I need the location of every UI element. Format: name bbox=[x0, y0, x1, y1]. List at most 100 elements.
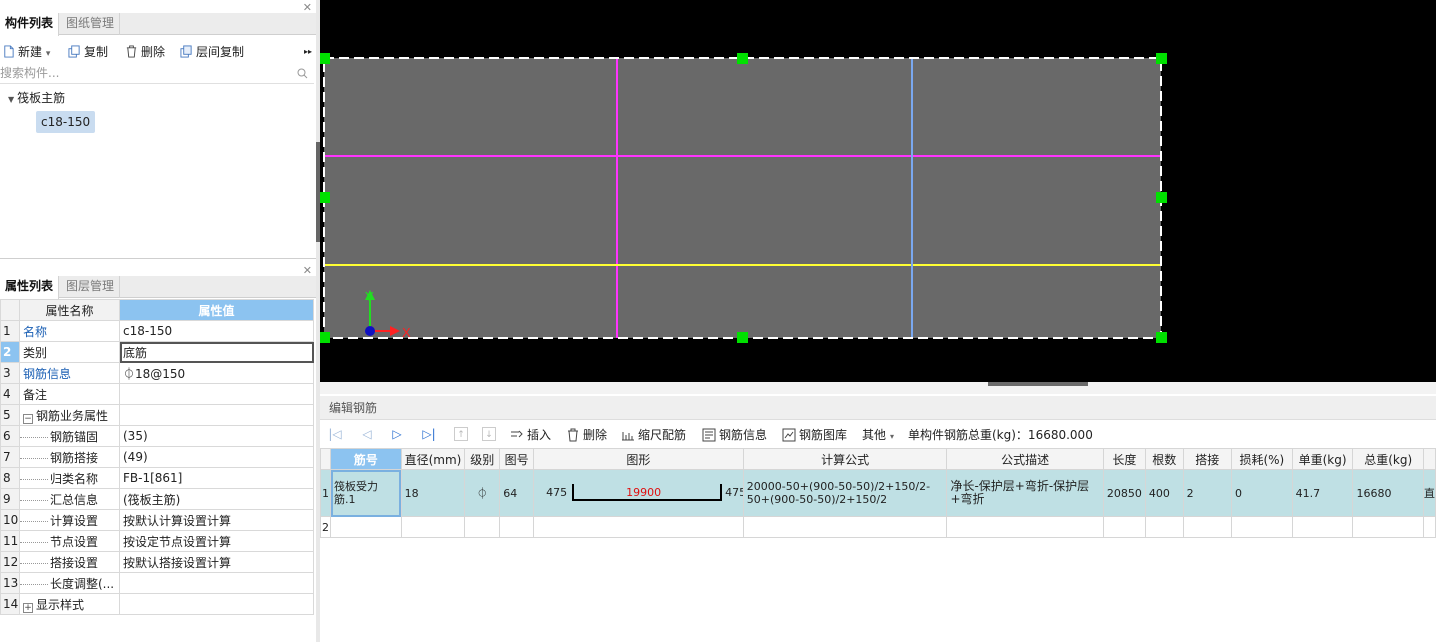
close-icon[interactable]: ✕ bbox=[303, 1, 312, 14]
delete-row-button[interactable]: 删除 bbox=[566, 426, 607, 444]
expand-icon[interactable]: + bbox=[23, 602, 33, 613]
raft-slab[interactable] bbox=[324, 58, 1161, 338]
grip-handle[interactable] bbox=[319, 53, 330, 64]
floor-copy-button[interactable]: 层间复制 bbox=[180, 43, 244, 61]
cell-shape-no[interactable]: 64 bbox=[499, 469, 535, 517]
col-header-formula-desc[interactable]: 公式描述 bbox=[946, 448, 1104, 470]
tab-drawing-management[interactable]: 图纸管理 bbox=[61, 13, 121, 35]
cell-count[interactable] bbox=[1144, 516, 1184, 538]
cell-overflow[interactable] bbox=[1422, 516, 1436, 538]
search-input[interactable]: 搜索构件... bbox=[0, 64, 314, 84]
rebar-info-button[interactable]: 钢筋信息 bbox=[702, 426, 767, 444]
cell-length[interactable]: 20850 bbox=[1102, 469, 1146, 517]
cell-total-weight[interactable] bbox=[1352, 516, 1424, 538]
more-tools-icon[interactable]: ▸▸ bbox=[304, 43, 312, 61]
col-header-length[interactable]: 长度 bbox=[1102, 448, 1146, 470]
search-icon[interactable] bbox=[297, 68, 308, 79]
cell-formula-desc[interactable]: 净长-保护层+弯折-保护层+弯折 bbox=[946, 469, 1104, 517]
col-header-lap[interactable]: 搭接 bbox=[1182, 448, 1233, 470]
cell-diameter[interactable] bbox=[400, 516, 466, 538]
grip-handle[interactable] bbox=[737, 53, 748, 64]
col-header-formula[interactable]: 计算公式 bbox=[742, 448, 948, 470]
cell-shape-no[interactable] bbox=[499, 516, 535, 538]
move-up-icon[interactable]: ↑ bbox=[454, 427, 468, 441]
move-down-icon[interactable]: ↓ bbox=[482, 427, 496, 441]
property-value-rebar-info[interactable]: ⏀18@150 bbox=[119, 362, 314, 384]
tab-property-list[interactable]: 属性列表 bbox=[0, 276, 60, 299]
scale-rebar-button[interactable]: 缩尺配筋 bbox=[621, 426, 686, 444]
cell-diameter[interactable]: 18 bbox=[400, 469, 466, 517]
grip-handle[interactable] bbox=[319, 332, 330, 343]
cell-bar-no[interactable] bbox=[330, 516, 402, 538]
property-value-length-adjust[interactable] bbox=[119, 572, 314, 594]
first-record-icon[interactable]: |◁ bbox=[328, 427, 342, 441]
grip-handle[interactable] bbox=[1156, 53, 1167, 64]
table-row[interactable]: 2 bbox=[320, 516, 1436, 538]
cell-loss[interactable] bbox=[1231, 516, 1293, 538]
copy-button[interactable]: 复制 bbox=[68, 43, 108, 61]
cell-grade[interactable]: ⏀ bbox=[464, 469, 501, 517]
property-value-anchorage[interactable]: (35) bbox=[119, 425, 314, 447]
property-value-remark[interactable] bbox=[119, 383, 314, 405]
col-header-grade[interactable]: 级别 bbox=[464, 448, 501, 470]
cell-total-weight[interactable]: 16680 bbox=[1352, 469, 1424, 517]
col-header-bar-no[interactable]: 筋号 bbox=[330, 448, 402, 470]
cell-shape[interactable] bbox=[533, 516, 744, 538]
cell-unit-weight[interactable]: 41.7 bbox=[1291, 469, 1354, 517]
property-value-node-setting[interactable]: 按设定节点设置计算 bbox=[119, 530, 314, 552]
cell-formula[interactable] bbox=[742, 516, 948, 538]
cell-grade[interactable] bbox=[464, 516, 501, 538]
col-header-total-weight[interactable]: 总重(kg) bbox=[1352, 448, 1424, 470]
cell-unit-weight[interactable] bbox=[1291, 516, 1354, 538]
property-value-lap-setting[interactable]: 按默认搭接设置计算 bbox=[119, 551, 314, 573]
previous-record-icon[interactable]: ◁ bbox=[360, 427, 374, 441]
other-dropdown[interactable]: 其他 ▾ bbox=[862, 426, 894, 446]
col-header-count[interactable]: 根数 bbox=[1144, 448, 1184, 470]
property-value-name[interactable]: c18-150 bbox=[119, 320, 314, 342]
tab-component-list[interactable]: 构件列表 bbox=[0, 13, 60, 36]
property-name: 钢筋信息 bbox=[19, 362, 120, 384]
property-value-lap[interactable]: (49) bbox=[119, 446, 314, 468]
cell-lap[interactable]: 2 bbox=[1182, 469, 1233, 517]
cell-count[interactable]: 400 bbox=[1144, 469, 1184, 517]
property-value-calc-setting[interactable]: 按默认计算设置计算 bbox=[119, 509, 314, 531]
last-record-icon[interactable]: ▷| bbox=[422, 427, 436, 441]
tab-layer-management[interactable]: 图层管理 bbox=[61, 276, 121, 298]
property-group-display[interactable]: + 显示样式 bbox=[19, 593, 120, 615]
property-group-business[interactable]: − 钢筋业务属性 bbox=[19, 404, 120, 426]
insert-button[interactable]: 插入 bbox=[510, 426, 551, 444]
grip-handle[interactable] bbox=[737, 332, 748, 343]
rebar-library-button[interactable]: 钢筋图库 bbox=[782, 426, 847, 444]
cell-shape[interactable]: 475 19900 475 bbox=[533, 469, 744, 517]
property-value-category[interactable]: 底筋 bbox=[119, 341, 314, 363]
tree-node-raft-main-rebar[interactable]: ▼ 筏板主筋 bbox=[8, 89, 65, 106]
col-header-diameter[interactable]: 直径(mm) bbox=[400, 448, 466, 470]
col-header-unit-weight[interactable]: 单重(kg) bbox=[1291, 448, 1354, 470]
col-header-loss[interactable]: 损耗(%) bbox=[1231, 448, 1293, 470]
cell-lap[interactable] bbox=[1182, 516, 1233, 538]
collapse-icon[interactable]: − bbox=[23, 413, 33, 424]
splitter-grip[interactable] bbox=[988, 382, 1088, 386]
table-row[interactable]: 1 筏板受力筋.1 18 ⏀ 64 475 19900 475 20000-50… bbox=[320, 469, 1436, 517]
col-header-shape-no[interactable]: 图号 bbox=[499, 448, 535, 470]
tree-expand-icon[interactable]: ▼ bbox=[8, 95, 14, 104]
tree-node-c18-150[interactable]: c18-150 bbox=[36, 111, 96, 133]
drawing-canvas[interactable]: Y X bbox=[319, 0, 1436, 382]
cell-overflow[interactable]: 直 bbox=[1422, 469, 1436, 517]
cell-loss[interactable]: 0 bbox=[1231, 469, 1293, 517]
cell-formula[interactable]: 20000-50+(900-50-50)/2+150/2-50+(900-50-… bbox=[742, 469, 948, 517]
property-value-summary[interactable]: (筏板主筋) bbox=[119, 488, 314, 510]
cell-bar-no[interactable]: 筏板受力筋.1 bbox=[330, 469, 402, 517]
new-button[interactable]: 新建 ▾ bbox=[2, 43, 50, 61]
grip-handle[interactable] bbox=[1156, 192, 1167, 203]
col-header-shape[interactable]: 图形 bbox=[533, 448, 744, 470]
row-number: 10 bbox=[0, 509, 20, 531]
grip-handle[interactable] bbox=[1156, 332, 1167, 343]
cell-formula-desc[interactable] bbox=[946, 516, 1104, 538]
delete-button[interactable]: 删除 bbox=[125, 43, 165, 61]
grip-handle[interactable] bbox=[319, 192, 330, 203]
horizontal-splitter[interactable] bbox=[320, 382, 1436, 394]
next-record-icon[interactable]: ▷ bbox=[390, 427, 404, 441]
property-value-category-name[interactable]: FB-1[861] bbox=[119, 467, 314, 489]
cell-length[interactable] bbox=[1102, 516, 1146, 538]
